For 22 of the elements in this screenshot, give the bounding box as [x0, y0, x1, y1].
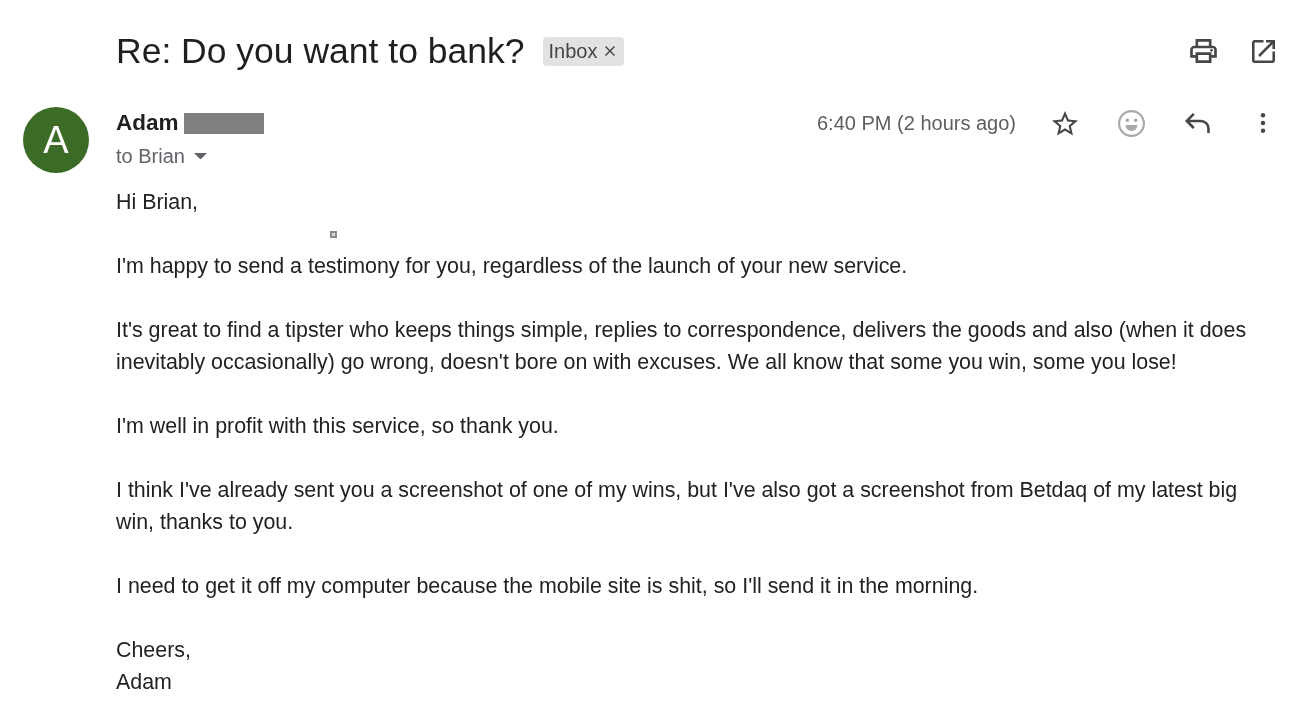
- sign-off-line: Cheers,: [116, 637, 192, 664]
- reply-icon[interactable]: [1184, 113, 1210, 133]
- body-paragraph: Hi Brian,: [116, 189, 200, 216]
- timestamp: 6:40 PM (2 hours ago): [817, 111, 1016, 135]
- star-icon[interactable]: [1052, 110, 1078, 136]
- more-options-icon[interactable]: [1260, 113, 1266, 133]
- open-in-new-window-icon[interactable]: [1251, 39, 1275, 63]
- avatar: A: [23, 107, 89, 173]
- sign-off-line: Adam: [116, 669, 173, 696]
- email-subject: Re: Do you want to bank?: [116, 30, 525, 73]
- image-placeholder-icon: [330, 230, 337, 238]
- caret-icon[interactable]: [193, 152, 207, 160]
- body-paragraph: I need to get it off my computer because the mobile site is shit, so I'll send it in the morning.: [116, 573, 980, 600]
- recipient-text: to Brian: [116, 144, 185, 168]
- close-icon[interactable]: [605, 46, 616, 56]
- body-paragraph: It's great to find a tipster who keeps things simple, replies to correspondence, delivers the goods and also (when it does inevitably occasionally) go wrong, doesn't bore on with excuses. We all know that some you win, some you lose!: [116, 317, 1248, 376]
- print-icon[interactable]: [1189, 39, 1217, 63]
- body-paragraph: I'm happy to send a testimony for you, regardless of the launch of your new service.: [116, 253, 909, 280]
- body-paragraph: I'm well in profit with this service, so thank you.: [116, 413, 560, 440]
- sender-name: Adam: [116, 110, 179, 136]
- label-text: Inbox: [548, 39, 598, 63]
- body-paragraph: I think I've already sent you a screenshot of one of my wins, but I've also got a screenshot from Betdaq of my latest big win, thanks to you.: [116, 477, 1239, 536]
